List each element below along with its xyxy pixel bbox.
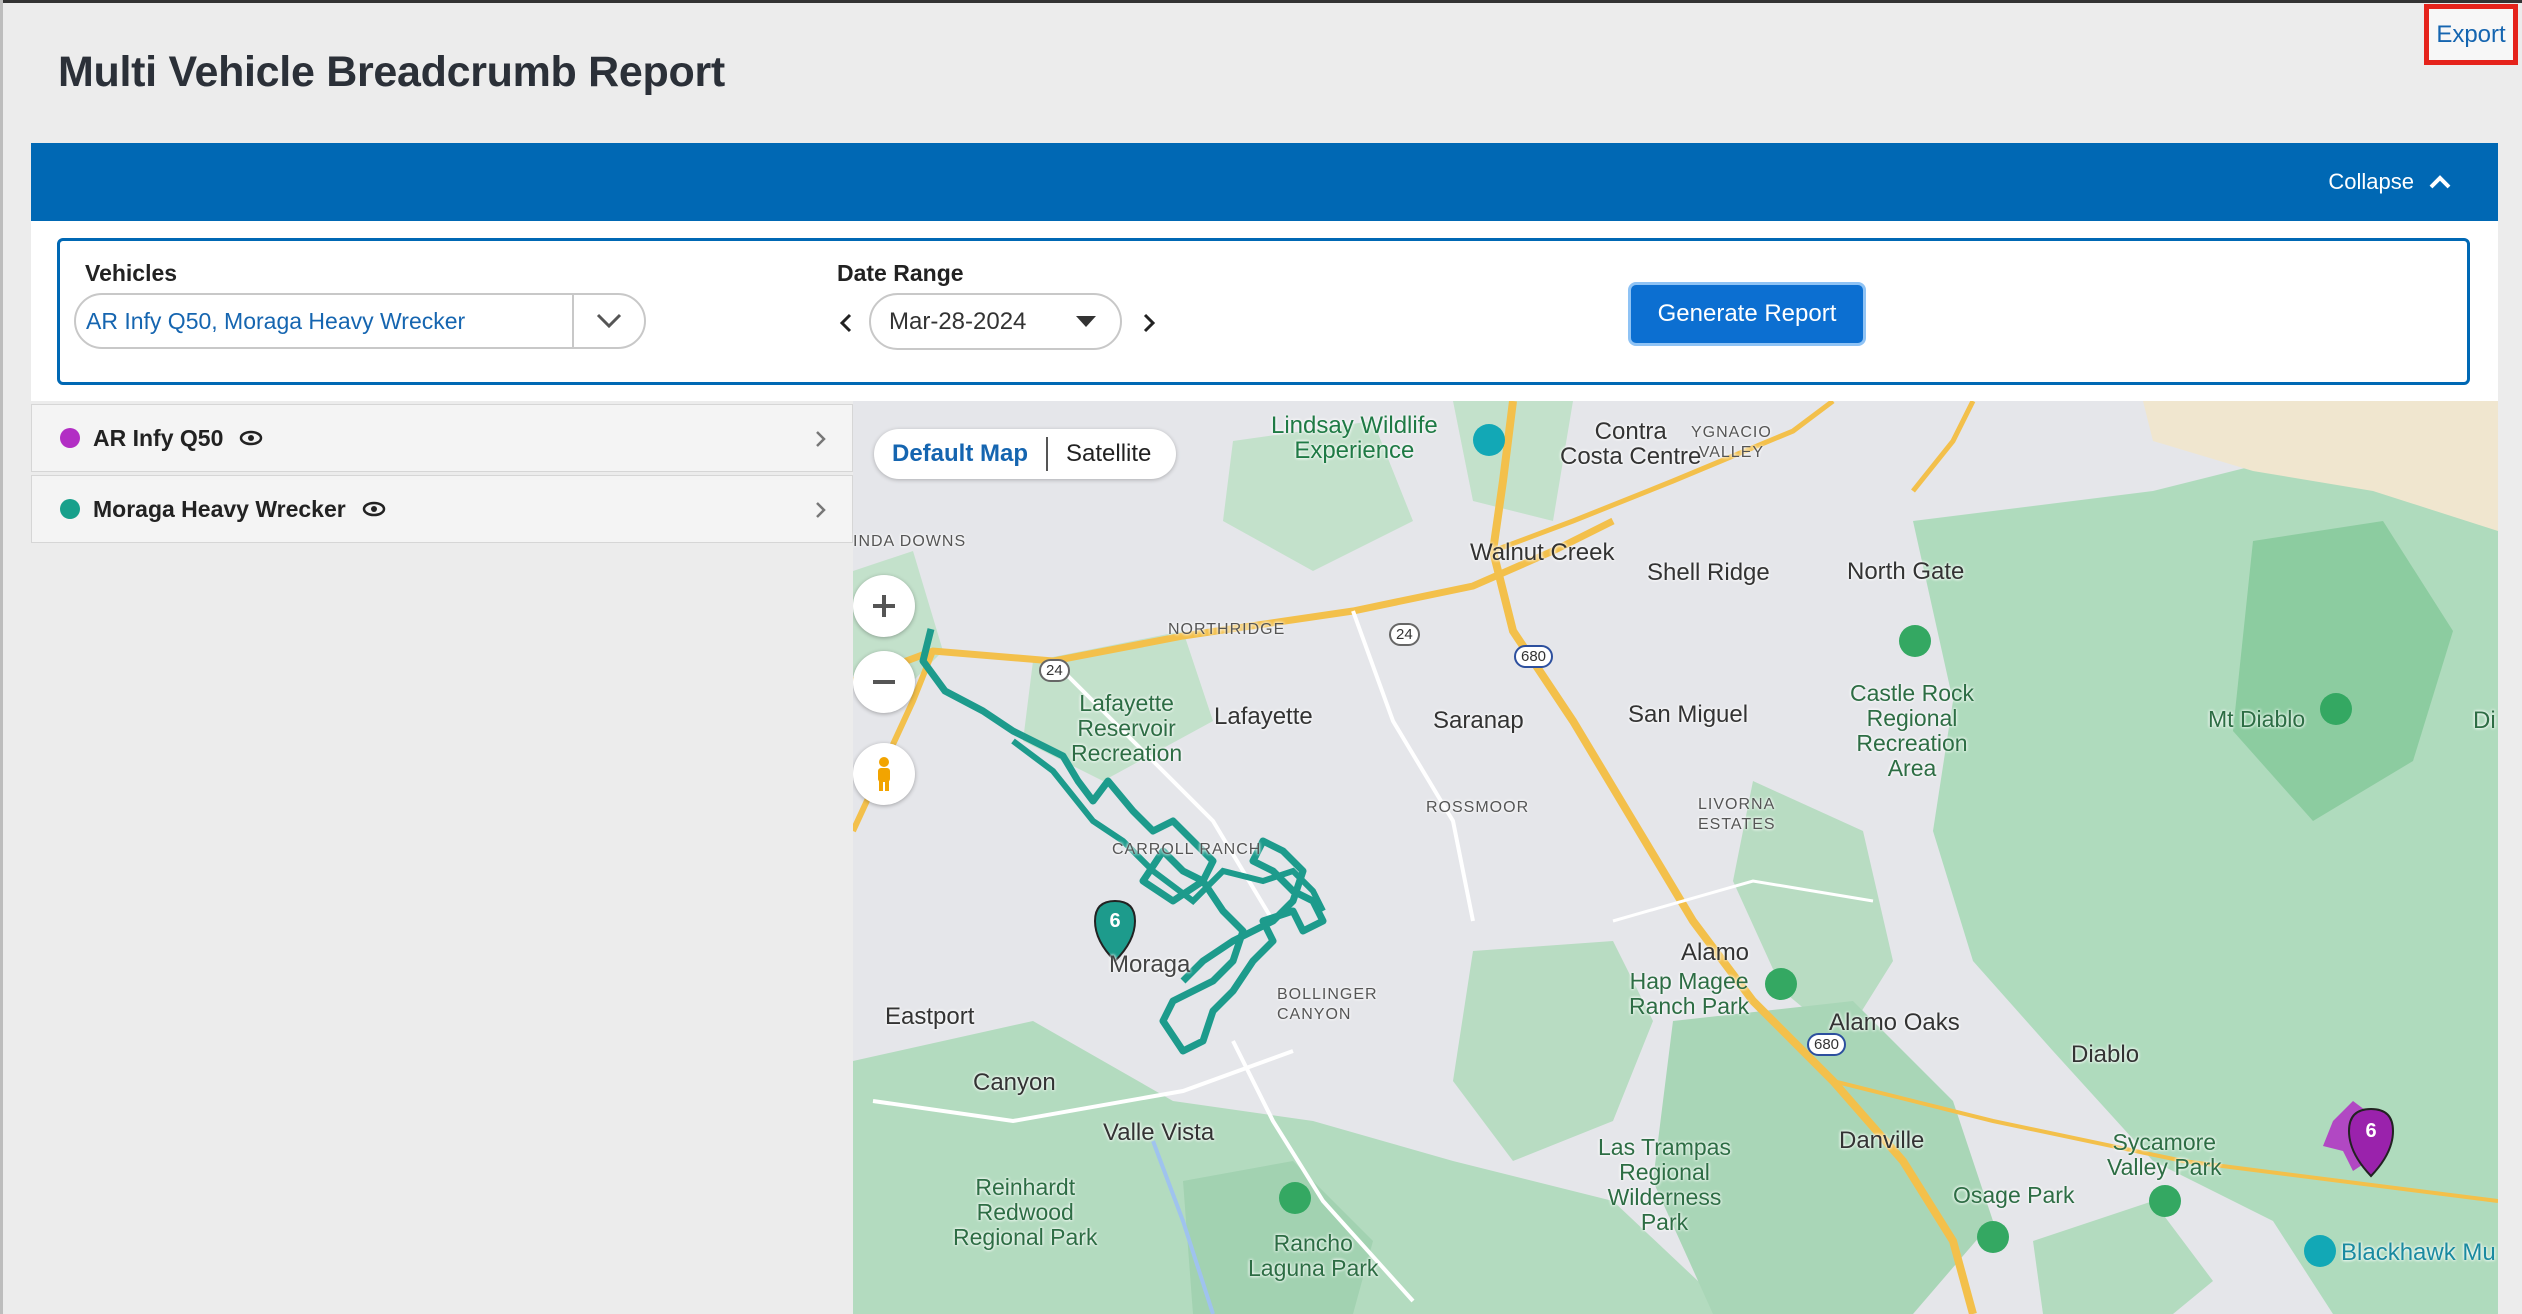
place-label: Hap Magee Ranch Park — [1629, 968, 1750, 1019]
collapse-button[interactable]: Collapse — [2328, 143, 2452, 221]
satellite-option[interactable]: Satellite — [1048, 440, 1169, 468]
vehicle-color-dot — [60, 499, 80, 519]
place-label: Rancho Laguna Park — [1248, 1230, 1379, 1281]
place-label: Blackhawk Mu — [2341, 1239, 2496, 1266]
chevron-down-icon — [574, 311, 644, 331]
place-label: CARROLL RANCH — [1112, 841, 1262, 858]
minus-icon — [873, 680, 895, 684]
date-value: Mar-28-2024 — [889, 307, 1027, 335]
vehicles-select[interactable]: AR Infy Q50, Moraga Heavy Wrecker — [74, 293, 646, 349]
place-label: Osage Park — [1953, 1182, 2075, 1208]
place-label: Alamo Oaks — [1829, 1009, 1960, 1036]
map-view[interactable]: 6 6 Default Map Satellite Lindsay Wildli… — [853, 401, 2498, 1314]
caret-down-icon — [1076, 316, 1096, 327]
route-shield-24: 24 — [1039, 659, 1070, 682]
vehicle-name: AR Infy Q50 — [93, 424, 224, 451]
place-label: INDA DOWNS — [853, 533, 967, 550]
zoom-out-button[interactable] — [853, 651, 915, 713]
chevron-right-icon — [816, 502, 826, 518]
vehicles-label: Vehicles — [85, 260, 178, 286]
place-label: Lafayette — [1214, 703, 1313, 730]
eye-icon[interactable] — [362, 501, 386, 517]
chevron-right-icon — [816, 431, 826, 447]
place-label: ROSSMOOR — [1426, 799, 1530, 816]
vehicle-list: AR Infy Q50 Moraga Heavy Wrecker — [31, 401, 853, 1314]
default-map-option[interactable]: Default Map — [874, 440, 1046, 468]
page-title: Multi Vehicle Breadcrumb Report — [58, 48, 725, 96]
place-label: North Gate — [1847, 558, 1965, 585]
place-label: Reinhardt Redwood Regional Park — [953, 1174, 1098, 1250]
date-range-label: Date Range — [837, 260, 964, 286]
eye-icon[interactable] — [239, 430, 263, 446]
chevron-up-icon — [2429, 175, 2451, 189]
place-label: LIVORNA ESTATES — [1698, 796, 1776, 833]
place-label: YGNACIO VALLEY — [1691, 424, 1772, 461]
place-label: Walnut Creek — [1470, 539, 1615, 566]
place-label: Shell Ridge — [1647, 559, 1770, 586]
left-border — [0, 0, 3, 1314]
purple-marker-count: 6 — [2365, 1120, 2376, 1142]
vehicle-name: Moraga Heavy Wrecker — [93, 495, 346, 522]
report-header-bar: Collapse — [31, 143, 2498, 221]
filter-box: Vehicles AR Infy Q50, Moraga Heavy Wreck… — [57, 238, 2470, 385]
place-label: Canyon — [973, 1069, 1056, 1096]
date-select[interactable]: Mar-28-2024 — [869, 293, 1122, 350]
place-label: NORTHRIDGE — [1168, 621, 1286, 638]
vehicle-row-moraga-heavy-wrecker[interactable]: Moraga Heavy Wrecker — [31, 475, 853, 543]
place-label: San Miguel — [1628, 701, 1749, 728]
zoom-in-button[interactable] — [853, 575, 915, 637]
place-label: Valle Vista — [1103, 1119, 1215, 1146]
place-label: Diablo — [2071, 1041, 2140, 1068]
map-type-toggle: Default Map Satellite — [874, 429, 1176, 479]
vehicle-row-ar-infy-q50[interactable]: AR Infy Q50 — [31, 404, 853, 472]
place-label: BOLLINGER CANYON — [1277, 986, 1378, 1023]
place-label: Las Trampas Regional Wilderness Park — [1598, 1134, 1731, 1235]
interstate-shield-680: 680 — [1807, 1033, 1847, 1056]
route-shield-24: 24 — [1389, 623, 1420, 646]
place-label: Moraga — [1109, 951, 1191, 978]
pegman-icon — [878, 757, 890, 791]
place-label: Saranap — [1433, 707, 1524, 734]
place-label: Di — [2473, 707, 2496, 734]
filter-panel: Vehicles AR Infy Q50, Moraga Heavy Wreck… — [31, 221, 2498, 401]
place-label: Lindsay Wildlife Experience — [1271, 412, 1438, 464]
generate-report-button[interactable]: Generate Report — [1631, 285, 1863, 343]
teal-marker-count: 6 — [1109, 910, 1120, 932]
date-prev-icon[interactable] — [834, 309, 858, 337]
top-border — [0, 0, 2522, 3]
place-label: Sycamore Valley Park — [2107, 1129, 2222, 1180]
place-label: Mt Diablo — [2208, 706, 2306, 732]
place-label: Castle Rock Regional Recreation Area — [1850, 680, 1974, 781]
date-next-icon[interactable] — [1137, 309, 1161, 337]
place-label: Contra Costa Centre — [1560, 418, 1702, 470]
interstate-shield-680: 680 — [1514, 645, 1554, 668]
place-label: Alamo — [1681, 939, 1750, 966]
collapse-label: Collapse — [2328, 169, 2414, 194]
place-label: Lafayette Reservoir Recreation — [1071, 690, 1183, 766]
vehicle-color-dot — [60, 428, 80, 448]
street-view-button[interactable] — [853, 743, 915, 805]
place-label: Eastport — [885, 1003, 975, 1030]
plus-icon — [873, 595, 895, 617]
export-button[interactable]: Export — [2424, 4, 2518, 65]
place-label: Danville — [1839, 1127, 1925, 1154]
vehicles-value: AR Infy Q50, Moraga Heavy Wrecker — [86, 307, 466, 334]
